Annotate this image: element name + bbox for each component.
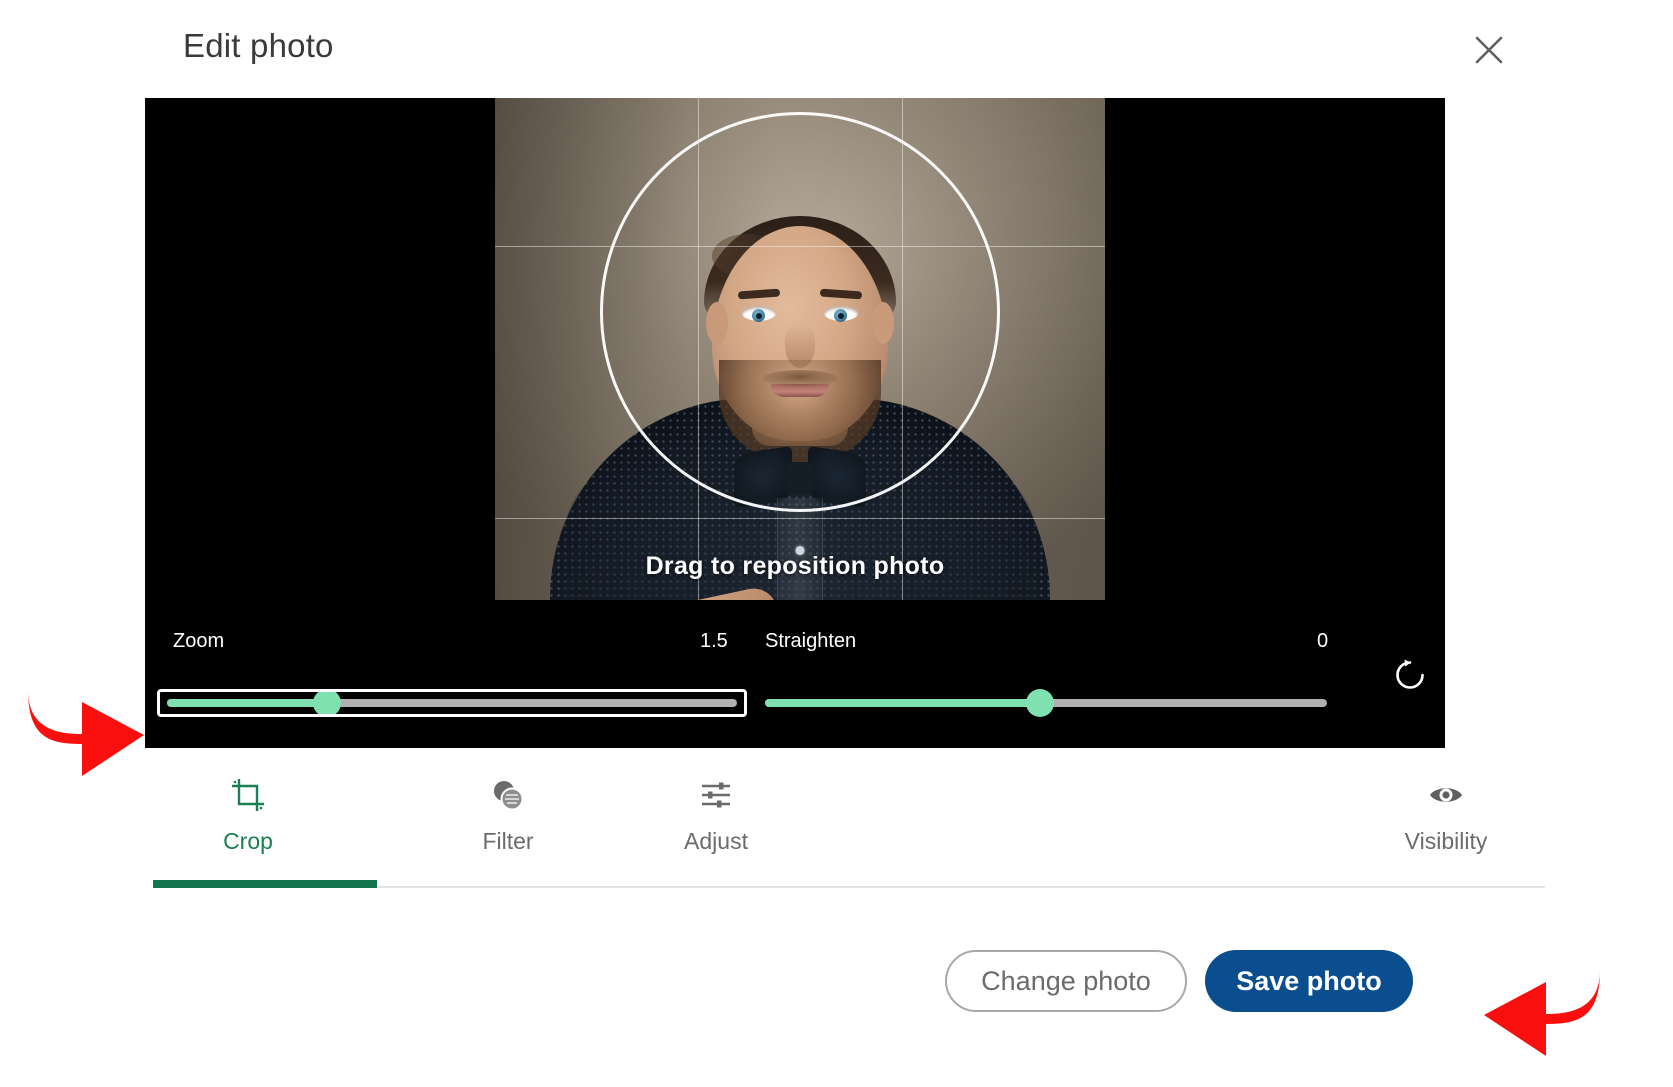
- zoom-slider-value: 1.5: [700, 630, 728, 653]
- photo-image[interactable]: [495, 98, 1105, 600]
- eye-icon-glyph: [1427, 776, 1465, 814]
- annotation-arrow-left-glyph: [20, 672, 150, 782]
- tab-filter[interactable]: Filter: [413, 772, 603, 888]
- subject-eye-left: [742, 306, 776, 321]
- subject-bowtie: [734, 450, 866, 504]
- tab-filter-label: Filter: [482, 828, 533, 855]
- zoom-slider-label: Zoom: [173, 630, 224, 653]
- tab-crop[interactable]: Crop: [153, 772, 343, 888]
- filter-icon-glyph: [489, 776, 527, 814]
- photo-preview-stage[interactable]: Drag to reposition photo: [145, 98, 1445, 600]
- rotate-clockwise-icon-glyph: [1390, 655, 1430, 695]
- subject-ear-right: [872, 302, 894, 344]
- page-title: Edit photo: [183, 27, 334, 65]
- zoom-slider-fill: [167, 699, 327, 707]
- change-photo-button[interactable]: Change photo: [945, 950, 1187, 1012]
- dialog-header: Edit photo: [145, 0, 1545, 96]
- tab-crop-active-indicator: [153, 880, 377, 888]
- tab-adjust-label: Adjust: [684, 828, 748, 855]
- close-icon-glyph: [1472, 33, 1506, 67]
- subject-iris-right: [834, 309, 847, 322]
- straighten-slider-thumb[interactable]: [1026, 689, 1054, 717]
- annotation-arrow-right: [1408, 952, 1608, 1067]
- subject-eye-right: [824, 306, 858, 321]
- tab-adjust[interactable]: Adjust: [621, 772, 811, 888]
- annotation-arrow-right-glyph: [1408, 952, 1608, 1062]
- subject-mustache: [763, 370, 837, 387]
- annotation-arrow-left: [20, 672, 150, 787]
- screen-root: Edit photo: [0, 0, 1673, 1087]
- save-photo-button[interactable]: Save photo: [1205, 950, 1413, 1012]
- adjust-sliders-icon: [697, 772, 735, 818]
- portrait-photo: [495, 98, 1105, 600]
- close-icon[interactable]: [1465, 26, 1513, 74]
- editor-tabbar: Crop Filter: [145, 748, 1545, 896]
- edit-photo-dialog: Edit photo: [145, 0, 1545, 1047]
- zoom-slider[interactable]: [167, 688, 737, 718]
- reposition-hint-text: Drag to reposition photo: [145, 552, 1445, 581]
- rotate-clockwise-icon[interactable]: [1387, 652, 1433, 698]
- zoom-slider-thumb[interactable]: [313, 689, 341, 717]
- tab-visibility-label: Visibility: [1405, 828, 1488, 855]
- subject-ear-left: [706, 302, 728, 344]
- eye-icon: [1427, 772, 1465, 818]
- straighten-slider-group: Straighten 0: [765, 600, 1385, 748]
- subject-iris-left: [752, 309, 765, 322]
- slider-panel: Zoom 1.5 Straighten 0: [145, 600, 1445, 748]
- filter-icon: [489, 772, 527, 818]
- crop-icon-glyph: [229, 776, 267, 814]
- straighten-slider-label: Straighten: [765, 630, 856, 653]
- crop-icon: [229, 772, 267, 818]
- zoom-slider-group: Zoom 1.5: [145, 600, 765, 748]
- bowtie-knot: [787, 462, 813, 494]
- adjust-sliders-icon-glyph: [697, 776, 735, 814]
- straighten-slider[interactable]: [765, 688, 1327, 718]
- dialog-footer: Change photo Save photo: [145, 896, 1545, 1047]
- straighten-slider-fill: [765, 699, 1040, 707]
- tab-crop-label: Crop: [223, 828, 273, 855]
- tab-visibility[interactable]: Visibility: [1351, 772, 1541, 888]
- straighten-slider-value: 0: [1317, 630, 1328, 653]
